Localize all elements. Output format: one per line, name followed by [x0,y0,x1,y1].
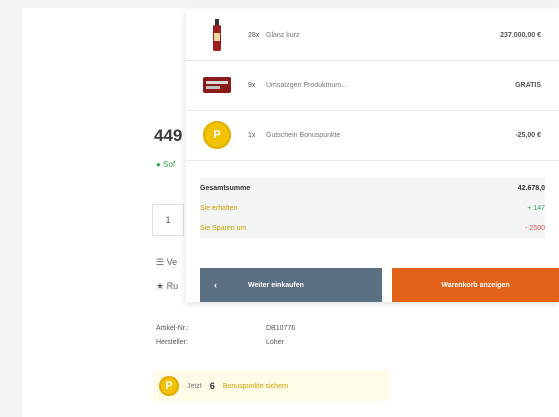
summary-total-row: Gesamtsumme 42.678,0 [200,178,545,198]
property-row: Hersteller: Loher [156,339,295,353]
compare-link[interactable]: ☰ Ve [156,257,177,268]
quantity-select[interactable]: 1 [152,204,184,236]
total-label: Gesamtsumme [200,184,251,192]
item-name[interactable]: Gutschein Bonuspunkte [266,132,340,139]
bonus-points-value: 6 [209,381,215,391]
bonus-link[interactable]: Bonuspunkte sichern [223,383,288,390]
chevron-left-icon: ‹ [214,280,217,290]
coin-glyph: P [203,121,231,149]
product-box-icon [200,68,234,102]
summary-save-row: Sie Sparen um - 2500 [200,218,545,238]
earn-label: Sie erhalten [200,204,238,212]
bonus-points-banner: P Jetzt 6 Bonuspunkte sichern [153,371,389,401]
item-name[interactable]: Umsatzgen Produktnum... [266,82,347,89]
save-label: Sie Sparen um [200,224,247,232]
cart-summary: Gesamtsumme 42.678,0 Sie erhalten + 147 … [200,178,545,238]
cart-dropdown: 28x Glanz kurz 237.000,00 € 9x Umsatzgen… [186,10,559,302]
total-value: 42.678,0 [517,184,545,192]
item-quantity: 1x [248,131,256,139]
item-amount: GRATIS [515,81,541,89]
continue-shopping-label: Weiter einkaufen [248,281,304,289]
bonus-coin-icon: P [159,376,179,396]
item-amount: -25,00 € [515,131,541,139]
cart-item: 9x Umsatzgen Produktnum... GRATIS [186,60,559,111]
item-amount: 237.000,00 € [500,31,541,39]
item-quantity: 9x [248,81,256,89]
property-value: Loher [266,339,284,346]
summary-earn-row: Sie erhalten + 147 [200,198,545,218]
bonus-prefix: Jetzt [187,382,202,390]
product-price: 449 [154,126,183,145]
bottle-icon [200,18,234,52]
view-cart-button[interactable]: Warenkorb anzeigen [392,268,559,302]
cart-item: 28x Glanz kurz 237.000,00 € [186,10,559,61]
continue-shopping-button[interactable]: ‹ Weiter einkaufen [200,268,382,302]
earn-value: + 147 [527,204,545,212]
property-value: DB10776 [266,325,296,332]
save-value: - 2500 [525,224,545,232]
property-row: Artikel-Nr.: DB10776 [156,325,295,339]
property-key: Artikel-Nr.: [156,325,189,332]
rating-link[interactable]: ★ Ru [156,281,178,292]
item-name[interactable]: Glanz kurz [266,32,299,39]
property-key: Hersteller: [156,339,188,346]
availability-status: ● Sof [156,160,176,169]
item-quantity: 28x [248,31,260,39]
bonus-coin-icon: P [200,118,234,152]
cart-item: P 1x Gutschein Bonuspunkte -25,00 € [186,110,559,161]
product-properties: Artikel-Nr.: DB10776 Hersteller: Loher [156,325,295,353]
